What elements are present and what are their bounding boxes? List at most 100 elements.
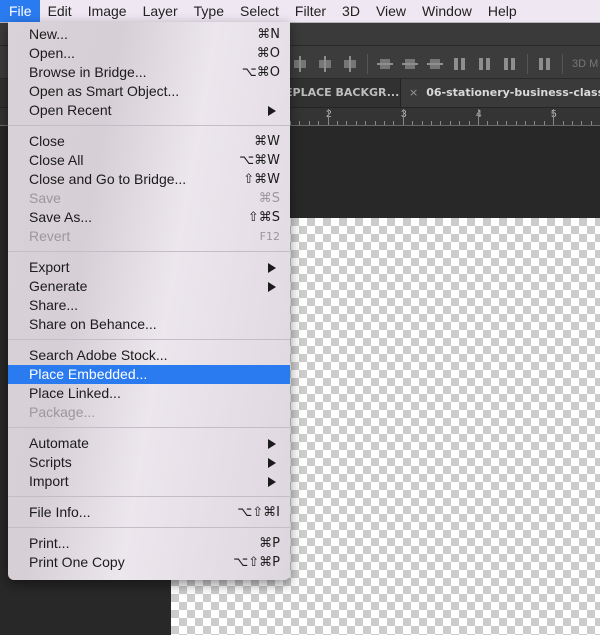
submenu-arrow-icon (268, 106, 276, 116)
ruler-tick (393, 121, 394, 125)
menu-layer[interactable]: Layer (135, 0, 186, 22)
ruler-tick (534, 121, 535, 125)
ruler-tick (572, 121, 573, 125)
align-tools: 3D M (290, 54, 598, 74)
align-right-icon[interactable] (340, 56, 360, 72)
ruler-tick (591, 121, 592, 125)
menu-item-print-one-copy[interactable]: Print One Copy ⌥⇧⌘P (8, 553, 290, 572)
menu-edit[interactable]: Edit (40, 0, 80, 22)
menu-item-import[interactable]: Import (8, 472, 290, 491)
menu-shortcut: ⌘O (256, 46, 280, 61)
menu-view[interactable]: View (368, 0, 414, 22)
align-h-center-icon[interactable] (315, 56, 335, 72)
menu-3d[interactable]: 3D (334, 0, 368, 22)
menu-item-label: Open as Smart Object... (29, 83, 180, 99)
ruler-tick (469, 121, 470, 125)
menu-item-file-info[interactable]: File Info... ⌥⇧⌘I (8, 503, 290, 522)
distribute-right-icon[interactable] (500, 56, 520, 72)
tab-label: EPLACE BACKGR... (285, 86, 400, 99)
menu-item-save-as[interactable]: Save As... ⇧⌘S (8, 208, 290, 227)
menu-item-open-as-smart-object[interactable]: Open as Smart Object... (8, 82, 290, 101)
tab-replace-background[interactable]: EPLACE BACKGR... (285, 79, 401, 107)
align-left-icon[interactable] (290, 56, 310, 72)
menu-shortcut: ⌘N (257, 27, 280, 42)
menu-file[interactable]: File (0, 0, 40, 22)
menu-item-label: Close and Go to Bridge... (29, 171, 187, 187)
menu-help[interactable]: Help (480, 0, 525, 22)
menu-item-place-embedded[interactable]: Place Embedded... (8, 365, 290, 384)
menu-item-label: Scripts (29, 454, 72, 470)
ruler-tick (581, 121, 582, 125)
distribute-left-icon[interactable] (450, 56, 470, 72)
menu-item-label: Browse in Bridge... (29, 64, 147, 80)
menu-item-label: Automate (29, 435, 89, 451)
align-top-icon[interactable] (375, 56, 395, 72)
menu-item-export[interactable]: Export (8, 258, 290, 277)
menu-item-automate[interactable]: Automate (8, 434, 290, 453)
menu-item-label: Save (29, 190, 61, 206)
menu-item-package: Package... (8, 403, 290, 422)
close-tab-icon[interactable]: × (409, 86, 418, 99)
menu-item-share[interactable]: Share... (8, 296, 290, 315)
menu-shortcut: ⌘W (254, 134, 280, 149)
tab-stationery[interactable]: × 06-stationery-business-classic (401, 79, 600, 107)
menu-bar: File Edit Image Layer Type Select Filter… (0, 0, 600, 23)
submenu-arrow-icon (268, 477, 276, 487)
menu-shortcut: ⌘S (258, 191, 280, 206)
file-menu-dropdown: New... ⌘N Open... ⌘O Browse in Bridge... ⌥⌘O O… (8, 22, 290, 580)
menu-item-new[interactable]: New... ⌘N (8, 25, 290, 44)
menu-item-close-all[interactable]: Close All ⌥⌘W (8, 151, 290, 170)
menu-item-label: Import (29, 473, 69, 489)
ruler-tick (309, 121, 310, 125)
menu-image[interactable]: Image (80, 0, 135, 22)
menu-item-close[interactable]: Close ⌘W (8, 132, 290, 151)
menu-shortcut: ⇧⌘W (243, 172, 280, 187)
ruler-tick (459, 121, 460, 125)
menu-item-search-adobe-stock[interactable]: Search Adobe Stock... (8, 346, 290, 365)
menu-separator (8, 251, 290, 252)
menu-item-label: Package... (29, 404, 96, 420)
menu-item-generate[interactable]: Generate (8, 277, 290, 296)
ruler-tick (328, 109, 329, 125)
menu-separator (8, 496, 290, 497)
ruler-tick (440, 121, 441, 125)
ruler-tick (422, 121, 423, 125)
ruler-tick (403, 109, 404, 125)
menu-item-label: Print... (29, 535, 70, 551)
distribute-h-center-icon[interactable] (475, 56, 495, 72)
menu-item-browse-in-bridge[interactable]: Browse in Bridge... ⌥⌘O (8, 63, 290, 82)
3d-mode-label: 3D M (572, 58, 599, 70)
menu-item-place-linked[interactable]: Place Linked... (8, 384, 290, 403)
auto-align-icon[interactable] (535, 56, 555, 72)
menu-item-close-and-go-to-bridge[interactable]: Close and Go to Bridge... ⇧⌘W (8, 170, 290, 189)
menu-item-label: Close (29, 133, 65, 149)
align-v-center-icon[interactable] (400, 56, 420, 72)
menu-type[interactable]: Type (186, 0, 232, 22)
menu-item-scripts[interactable]: Scripts (8, 453, 290, 472)
ruler-tick (497, 121, 498, 125)
submenu-arrow-icon (268, 458, 276, 468)
submenu-arrow-icon (268, 263, 276, 273)
menu-item-share-on-behance[interactable]: Share on Behance... (8, 315, 290, 334)
ruler-tick (384, 121, 385, 125)
menu-item-revert: Revert F12 (8, 227, 290, 246)
ruler-tick (290, 121, 291, 125)
menu-item-open-recent[interactable]: Open Recent (8, 101, 290, 120)
menu-shortcut: ⌥⇧⌘I (237, 505, 280, 520)
ruler-tick (525, 121, 526, 125)
menu-filter[interactable]: Filter (287, 0, 334, 22)
menu-item-label: Open Recent (29, 102, 112, 118)
ruler-tick (563, 121, 564, 125)
align-bottom-icon[interactable] (425, 56, 445, 72)
menu-separator (8, 125, 290, 126)
ruler-tick (356, 121, 357, 125)
menu-item-label: Close All (29, 152, 84, 168)
ruler-tick (478, 109, 479, 125)
ruler-tick (450, 121, 451, 125)
menu-window[interactable]: Window (414, 0, 480, 22)
toolbar-separator (562, 54, 563, 74)
menu-item-open[interactable]: Open... ⌘O (8, 44, 290, 63)
menu-shortcut: F12 (259, 230, 280, 243)
menu-item-print[interactable]: Print... ⌘P (8, 534, 290, 553)
menu-select[interactable]: Select (232, 0, 287, 22)
